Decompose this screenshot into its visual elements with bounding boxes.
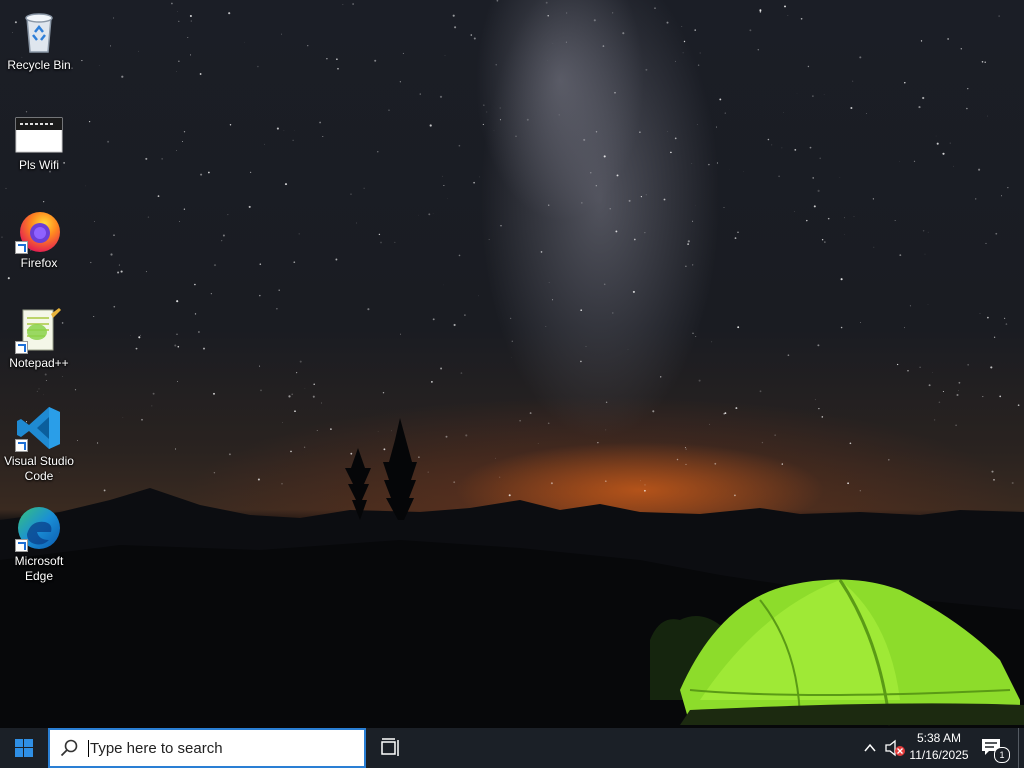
desktop-icon-firefox[interactable]: Firefox	[2, 202, 76, 271]
firefox-icon	[15, 206, 63, 254]
volume-muted-icon[interactable]	[884, 739, 906, 757]
notepadpp-icon	[15, 306, 63, 354]
desktop-icon-label: Pls Wifi	[19, 158, 59, 172]
clock-date: 11/16/2025	[909, 748, 969, 762]
desktop-icon-label: Visual Studio Code	[4, 454, 74, 483]
recycle-bin-icon	[15, 8, 63, 56]
desktop-icon-recycle-bin[interactable]: Recycle Bin	[2, 4, 76, 73]
clock-time: 5:38 AM	[916, 731, 962, 745]
windows-logo-icon	[15, 739, 33, 757]
notification-count-badge: 1	[994, 747, 1010, 763]
desktop-icon-label: Microsoft Edge	[14, 554, 64, 583]
system-clock[interactable]: 5:38 AM 11/16/2025	[906, 730, 972, 766]
shortcut-arrow-icon	[15, 241, 28, 254]
taskbar: Type here to search 5:38 AM 11/16/2025 1	[0, 728, 1024, 768]
desktop-icon-label: Recycle Bin	[7, 58, 71, 72]
desktop-icon-label: Notepad++	[9, 356, 69, 370]
image-file-icon	[15, 108, 63, 156]
search-placeholder: Type here to search	[88, 739, 223, 757]
action-center-button[interactable]: 1	[980, 737, 1010, 763]
shortcut-arrow-icon	[15, 341, 28, 354]
start-button[interactable]	[0, 728, 48, 768]
shortcut-arrow-icon	[15, 539, 28, 552]
desktop-icon-vscode[interactable]: Visual Studio Code	[2, 400, 76, 484]
shortcut-arrow-icon	[15, 439, 28, 452]
vscode-icon	[15, 404, 63, 452]
desktop-icon-notepadpp[interactable]: Notepad++	[2, 302, 76, 371]
desktop-wallpaper	[0, 0, 1024, 728]
show-hidden-icons-button[interactable]	[862, 740, 878, 756]
edge-icon	[15, 504, 63, 552]
landscape-silhouette	[0, 418, 1024, 728]
desktop-icon-label: Firefox	[20, 256, 58, 270]
task-view-button[interactable]	[380, 738, 402, 758]
search-icon	[60, 739, 78, 757]
taskbar-search-box[interactable]: Type here to search	[48, 728, 366, 768]
show-desktop-button[interactable]	[1018, 728, 1024, 768]
desktop-icon-edge[interactable]: Microsoft Edge	[2, 500, 76, 584]
desktop-icon-pls-wifi[interactable]: Pls Wifi	[2, 104, 76, 173]
